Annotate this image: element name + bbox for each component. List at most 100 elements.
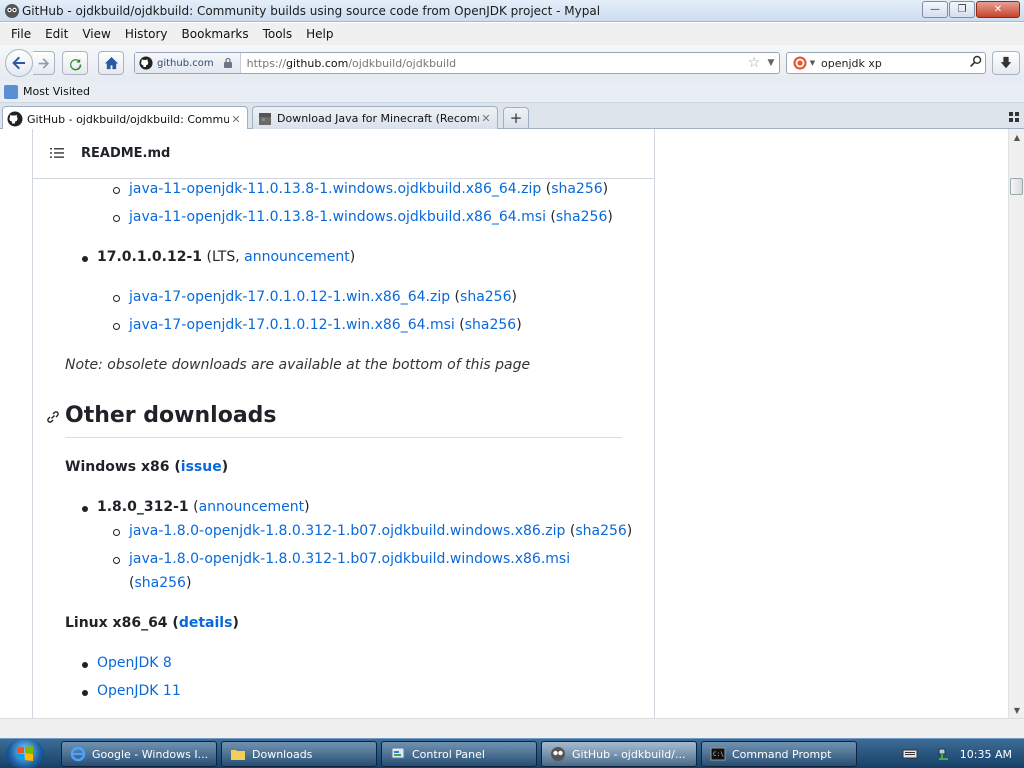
network-icon[interactable] bbox=[936, 746, 952, 762]
menu-bar: File Edit View History Bookmarks Tools H… bbox=[0, 23, 1024, 45]
minecraft-block-icon bbox=[259, 112, 271, 125]
taskbar-item-downloads[interactable]: Downloads bbox=[221, 741, 377, 767]
menu-tools[interactable]: Tools bbox=[256, 27, 300, 41]
java8-zip-link[interactable]: java-1.8.0-openjdk-1.8.0.312-1.b07.ojdkb… bbox=[129, 523, 565, 539]
list-bullet bbox=[113, 529, 120, 536]
forward-button[interactable] bbox=[33, 51, 55, 75]
url-history-dropdown-icon[interactable]: ▼ bbox=[763, 58, 779, 68]
openjdk11-link[interactable]: OpenJDK 11 bbox=[97, 683, 181, 699]
list-bullet bbox=[82, 256, 88, 262]
taskbar: Google - Windows I... Downloads Control … bbox=[0, 738, 1024, 768]
bookmark-star-icon[interactable]: ☆ bbox=[745, 55, 763, 71]
taskbar-item-ie[interactable]: Google - Windows I... bbox=[61, 741, 217, 767]
java17-msi-link[interactable]: java-17-openjdk-17.0.1.0.12-1.win.x86_64… bbox=[129, 317, 455, 333]
folder-icon bbox=[231, 750, 245, 760]
keyboard-icon[interactable] bbox=[902, 748, 918, 760]
maximize-button[interactable]: ❐ bbox=[949, 1, 975, 18]
list-bullet bbox=[113, 187, 120, 194]
new-tab-button[interactable]: + bbox=[503, 107, 529, 129]
java11-zip-link[interactable]: java-11-openjdk-11.0.13.8-1.windows.ojdk… bbox=[129, 181, 541, 197]
vertical-scrollbar[interactable]: ▲ ▼ bbox=[1008, 129, 1024, 718]
tab-close-icon[interactable]: ✕ bbox=[229, 113, 243, 126]
page-content[interactable]: README.md java-11-openjdk-11.0.13.8-1.wi… bbox=[0, 129, 1008, 718]
tab-list-grid-icon[interactable] bbox=[1008, 111, 1020, 123]
linux-heading: Linux x86_64 (details) bbox=[65, 615, 239, 631]
tab-label: Download Java for Minecraft (Recomme... bbox=[277, 112, 479, 125]
taskbar-item-control-panel[interactable]: Control Panel bbox=[381, 741, 537, 767]
outline-list-icon[interactable] bbox=[50, 147, 64, 159]
home-button[interactable] bbox=[98, 51, 124, 75]
sha256-link[interactable]: sha256 bbox=[575, 523, 626, 539]
list-item: java-11-openjdk-11.0.13.8-1.windows.ojdk… bbox=[129, 209, 613, 225]
sha256-link[interactable]: sha256 bbox=[551, 181, 602, 197]
duckduckgo-icon bbox=[793, 56, 807, 70]
java11-msi-link[interactable]: java-11-openjdk-11.0.13.8-1.windows.ojdk… bbox=[129, 209, 546, 225]
search-input[interactable]: openjdk xp bbox=[821, 57, 965, 70]
search-engine-button[interactable]: ▼ bbox=[787, 56, 821, 70]
plus-icon: + bbox=[509, 109, 523, 127]
sha256-link[interactable]: sha256 bbox=[465, 317, 516, 333]
menu-file[interactable]: File bbox=[4, 27, 38, 41]
list-bullet bbox=[113, 295, 120, 302]
java8-msi-link[interactable]: java-1.8.0-openjdk-1.8.0.312-1.b07.ojdkb… bbox=[129, 551, 570, 567]
downloads-button[interactable] bbox=[992, 51, 1020, 75]
svg-text:C:\: C:\ bbox=[713, 751, 724, 758]
details-link[interactable]: details bbox=[179, 615, 233, 631]
close-icon: ✕ bbox=[993, 4, 1003, 15]
start-button[interactable] bbox=[6, 740, 44, 768]
bookmark-most-visited[interactable]: Most Visited bbox=[4, 84, 90, 99]
list-bullet bbox=[113, 323, 120, 330]
issue-link[interactable]: issue bbox=[181, 459, 222, 475]
menu-edit[interactable]: Edit bbox=[38, 27, 75, 41]
system-clock[interactable]: 10:35 AM bbox=[960, 748, 1012, 761]
sha256-link[interactable]: sha256 bbox=[134, 575, 185, 591]
tab-github[interactable]: GitHub - ojdkbuild/ojdkbuild: Community … bbox=[2, 106, 248, 131]
site-identity-button[interactable]: github.com bbox=[135, 53, 241, 73]
list-bullet bbox=[113, 215, 120, 222]
status-bar bbox=[0, 718, 1024, 738]
menu-history[interactable]: History bbox=[118, 27, 175, 41]
tab-close-icon[interactable]: ✕ bbox=[479, 112, 493, 125]
scroll-down-icon[interactable]: ▼ bbox=[1009, 702, 1024, 718]
tab-java-minecraft[interactable]: Download Java for Minecraft (Recomme... … bbox=[252, 106, 498, 130]
lock-icon bbox=[223, 57, 232, 68]
windows-logo-icon bbox=[17, 746, 33, 761]
announcement-link[interactable]: announcement bbox=[199, 499, 305, 515]
site-identity-label: github.com bbox=[157, 57, 214, 69]
navigation-toolbar: github.com https://github.com/ojdkbuild/… bbox=[0, 45, 1024, 81]
url-text[interactable]: https://github.com/ojdkbuild/ojdkbuild bbox=[241, 57, 745, 70]
menu-view[interactable]: View bbox=[75, 27, 117, 41]
close-button[interactable]: ✕ bbox=[976, 1, 1020, 18]
anchor-link-icon[interactable] bbox=[45, 409, 61, 425]
url-bar[interactable]: github.com https://github.com/ojdkbuild/… bbox=[134, 52, 780, 74]
github-icon bbox=[139, 56, 153, 70]
sha256-link[interactable]: sha256 bbox=[460, 289, 511, 305]
lts-label: LTS bbox=[211, 249, 236, 265]
search-bar[interactable]: ▼ openjdk xp bbox=[786, 52, 986, 74]
openjdk8-link[interactable]: OpenJDK 8 bbox=[97, 655, 172, 671]
task-label: Command Prompt bbox=[732, 747, 832, 761]
internet-explorer-icon bbox=[70, 746, 86, 762]
announcement-link[interactable]: announcement bbox=[244, 249, 350, 265]
readme-title: README.md bbox=[81, 146, 171, 161]
taskbar-item-command-prompt[interactable]: C:\ Command Prompt bbox=[701, 741, 857, 767]
scrollbar-thumb[interactable] bbox=[1010, 178, 1023, 195]
mypal-app-icon bbox=[551, 747, 565, 761]
list-item: java-17-openjdk-17.0.1.0.12-1.win.x86_64… bbox=[129, 317, 522, 333]
reload-button[interactable] bbox=[62, 51, 88, 75]
minimize-button[interactable]: — bbox=[922, 1, 948, 18]
menu-bookmarks[interactable]: Bookmarks bbox=[175, 27, 256, 41]
window-title-bar[interactable]: GitHub - ojdkbuild/ojdkbuild: Community … bbox=[0, 0, 1024, 22]
list-item: java-1.8.0-openjdk-1.8.0.312-1.b07.ojdkb… bbox=[129, 523, 633, 539]
back-button[interactable] bbox=[5, 49, 33, 77]
list-item: OpenJDK 11 bbox=[97, 683, 181, 699]
taskbar-item-mypal[interactable]: GitHub - ojdkbuild/... bbox=[541, 741, 697, 767]
heading-divider bbox=[65, 437, 622, 438]
github-icon bbox=[7, 111, 23, 127]
java17-zip-link[interactable]: java-17-openjdk-17.0.1.0.12-1.win.x86_64… bbox=[129, 289, 450, 305]
search-go-button[interactable] bbox=[965, 55, 985, 71]
sha256-link[interactable]: sha256 bbox=[556, 209, 607, 225]
scroll-up-icon[interactable]: ▲ bbox=[1009, 129, 1024, 145]
menu-help[interactable]: Help bbox=[299, 27, 340, 41]
system-tray: 10:35 AM bbox=[902, 739, 1024, 768]
